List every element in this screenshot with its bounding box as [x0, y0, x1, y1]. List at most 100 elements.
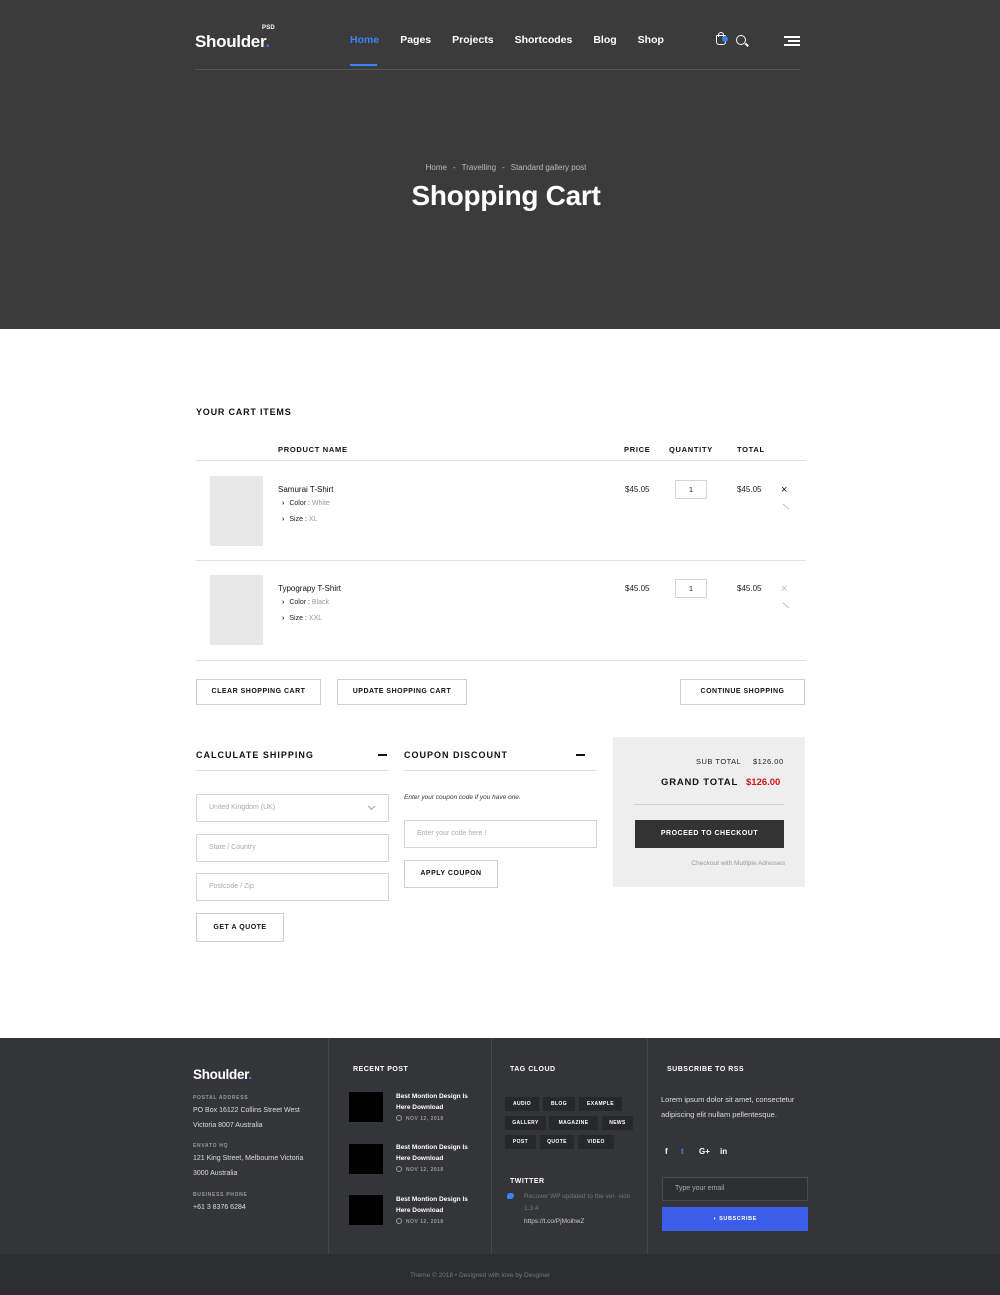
post-title[interactable]: Best Montion Design Is Here Download — [396, 1195, 476, 1216]
proceed-to-checkout-button[interactable]: PROCEED TO CHECKOUT — [635, 820, 784, 848]
nav-home[interactable]: Home — [350, 34, 379, 66]
copyright-text: Theme © 2018 • Designed with love by Des… — [409, 1272, 551, 1279]
row-divider — [196, 660, 806, 661]
update-cart-button[interactable]: UPDATE SHOPPING CART — [337, 679, 467, 705]
post-thumbnail[interactable] — [349, 1144, 383, 1174]
footer-logo[interactable]: Shoulder. — [193, 1067, 252, 1082]
hamburger-menu-icon[interactable] — [784, 36, 800, 46]
product-color: › Color : White — [282, 500, 330, 507]
product-thumbnail[interactable] — [210, 575, 263, 645]
site-logo[interactable]: Shoulder. PSD — [195, 25, 275, 52]
get-quote-button[interactable]: GET A QUOTE — [196, 913, 284, 942]
post-date: NOV 12, 2018 — [396, 1166, 444, 1173]
postal-label: POSTAL ADDRESS — [193, 1095, 249, 1101]
rss-description: Lorem ipsum dolor sit amet, consectetur … — [661, 1095, 795, 1119]
product-name[interactable]: Typograpy T-Shirt — [278, 584, 341, 593]
subtotal-label: SUB TOTAL — [696, 757, 742, 766]
envato-label: ENVATO HQ — [193, 1143, 229, 1149]
table-header-divider — [196, 460, 806, 461]
psd-badge: PSD — [262, 25, 275, 31]
main-nav: Home Pages Projects Shortcodes Blog Shop — [350, 34, 685, 66]
product-total: $45.05 — [737, 584, 762, 593]
col-product-name: PRODUCT NAME — [278, 445, 348, 454]
breadcrumb-current: Standard gallery post — [510, 163, 587, 172]
edit-item-icon[interactable] — [782, 503, 790, 510]
totals-divider — [634, 804, 784, 805]
footer-column-divider — [491, 1038, 492, 1254]
envato-line-1: 121 King Street, Melbourne Victoria — [193, 1155, 304, 1162]
shipping-title: CALCULATE SHIPPING — [196, 750, 314, 760]
post-date: NOV 12, 2018 — [396, 1218, 444, 1225]
tag-cloud-title: TAG CLOUD — [510, 1066, 556, 1073]
continue-shopping-button[interactable]: CONTINUE SHOPPING — [680, 679, 805, 705]
col-total: TOTAL — [737, 445, 765, 454]
remove-item-icon[interactable]: × — [781, 485, 787, 496]
product-thumbnail[interactable] — [210, 476, 263, 546]
grand-total-value: $126.00 — [746, 777, 781, 788]
quantity-input[interactable]: 1 — [675, 480, 707, 499]
nav-projects[interactable]: Projects — [452, 34, 493, 46]
tweet-link[interactable]: https://t.co/PjMoihwZ — [524, 1218, 584, 1225]
phone-number: +61 3 8376 6284 — [193, 1204, 246, 1211]
tag-gallery[interactable]: GALLERY — [505, 1116, 546, 1130]
state-input[interactable]: State / Country — [196, 834, 389, 862]
quantity-input[interactable]: 1 — [675, 579, 707, 598]
product-price: $45.05 — [625, 584, 650, 593]
tweet-text: Recover WP updated to the ver- sion 1.3.… — [524, 1193, 631, 1212]
product-size: › Size : XXL — [282, 615, 323, 622]
post-thumbnail[interactable] — [349, 1092, 383, 1122]
recent-post-title: RECENT POST — [353, 1066, 409, 1073]
post-thumbnail[interactable] — [349, 1195, 383, 1225]
col-quantity: QUANTITY — [669, 445, 713, 454]
coupon-input[interactable]: Enter your code here ! — [404, 820, 597, 848]
tag-blog[interactable]: BLOG — [543, 1097, 575, 1111]
breadcrumb-travelling[interactable]: Travelling — [462, 163, 496, 172]
breadcrumb-home[interactable]: Home — [426, 163, 447, 172]
nav-shortcodes[interactable]: Shortcodes — [515, 34, 573, 46]
phone-label: BUSINESS PHONE — [193, 1192, 248, 1198]
tag-audio[interactable]: AUDIO — [505, 1097, 539, 1111]
post-title[interactable]: Best Montion Design Is Here Download — [396, 1092, 476, 1113]
tag-example[interactable]: EXAMPLE — [579, 1097, 622, 1111]
cart-badge — [722, 36, 728, 42]
page-title: Shopping Cart — [411, 180, 601, 211]
product-price: $45.05 — [625, 485, 650, 494]
tag-news[interactable]: NEWS — [602, 1116, 633, 1130]
search-icon[interactable] — [736, 35, 746, 45]
product-color: › Color : Black — [282, 599, 330, 606]
facebook-icon[interactable]: f — [665, 1147, 668, 1156]
tag-video[interactable]: VIDEO — [578, 1135, 614, 1149]
postcode-input[interactable]: Postcode / Zip — [196, 873, 389, 901]
tag-quote[interactable]: QUOTE — [540, 1135, 574, 1149]
nav-blog[interactable]: Blog — [593, 34, 616, 46]
product-name[interactable]: Samurai T-Shirt — [278, 485, 333, 494]
tag-post[interactable]: POST — [505, 1135, 536, 1149]
subtotal-value: $126.00 — [753, 757, 784, 766]
google-plus-icon[interactable]: G+ — [699, 1147, 710, 1156]
country-select[interactable]: United Kingdom (UK) — [196, 794, 389, 822]
linkedin-icon[interactable]: in — [720, 1147, 727, 1156]
product-total: $45.05 — [737, 485, 762, 494]
multi-address-link[interactable]: Checkout with Mutilple Adresses — [635, 860, 785, 867]
breadcrumb: Home - Travelling - Standard gallery post — [425, 163, 587, 172]
coupon-divider — [404, 770, 597, 771]
tag-magazine[interactable]: MAGAZINE — [549, 1116, 598, 1130]
subscribe-button[interactable]: ◗ SUBSCRIBE — [662, 1207, 808, 1231]
twitter-icon[interactable]: t — [681, 1147, 684, 1156]
nav-pages[interactable]: Pages — [400, 34, 431, 46]
col-price: PRICE — [624, 445, 651, 454]
collapse-shipping-icon[interactable] — [378, 754, 387, 756]
email-input[interactable]: Type your email — [662, 1177, 808, 1201]
remove-item-icon[interactable]: × — [781, 584, 787, 595]
twitter-title: TWITTER — [510, 1178, 545, 1185]
clear-cart-button[interactable]: CLEAR SHOPPING CART — [196, 679, 321, 705]
post-date: NOV 12, 2018 — [396, 1115, 444, 1122]
rss-title: SUBSCRIBE TO RSS — [667, 1066, 745, 1073]
nav-shop[interactable]: Shop — [638, 34, 664, 46]
edit-item-icon[interactable] — [782, 602, 790, 609]
collapse-coupon-icon[interactable] — [576, 754, 585, 756]
envato-line-2: 3000 Australia — [193, 1170, 238, 1177]
post-title[interactable]: Best Montion Design Is Here Download — [396, 1143, 476, 1164]
row-divider — [196, 560, 806, 561]
apply-coupon-button[interactable]: APPLY COUPON — [404, 860, 498, 888]
